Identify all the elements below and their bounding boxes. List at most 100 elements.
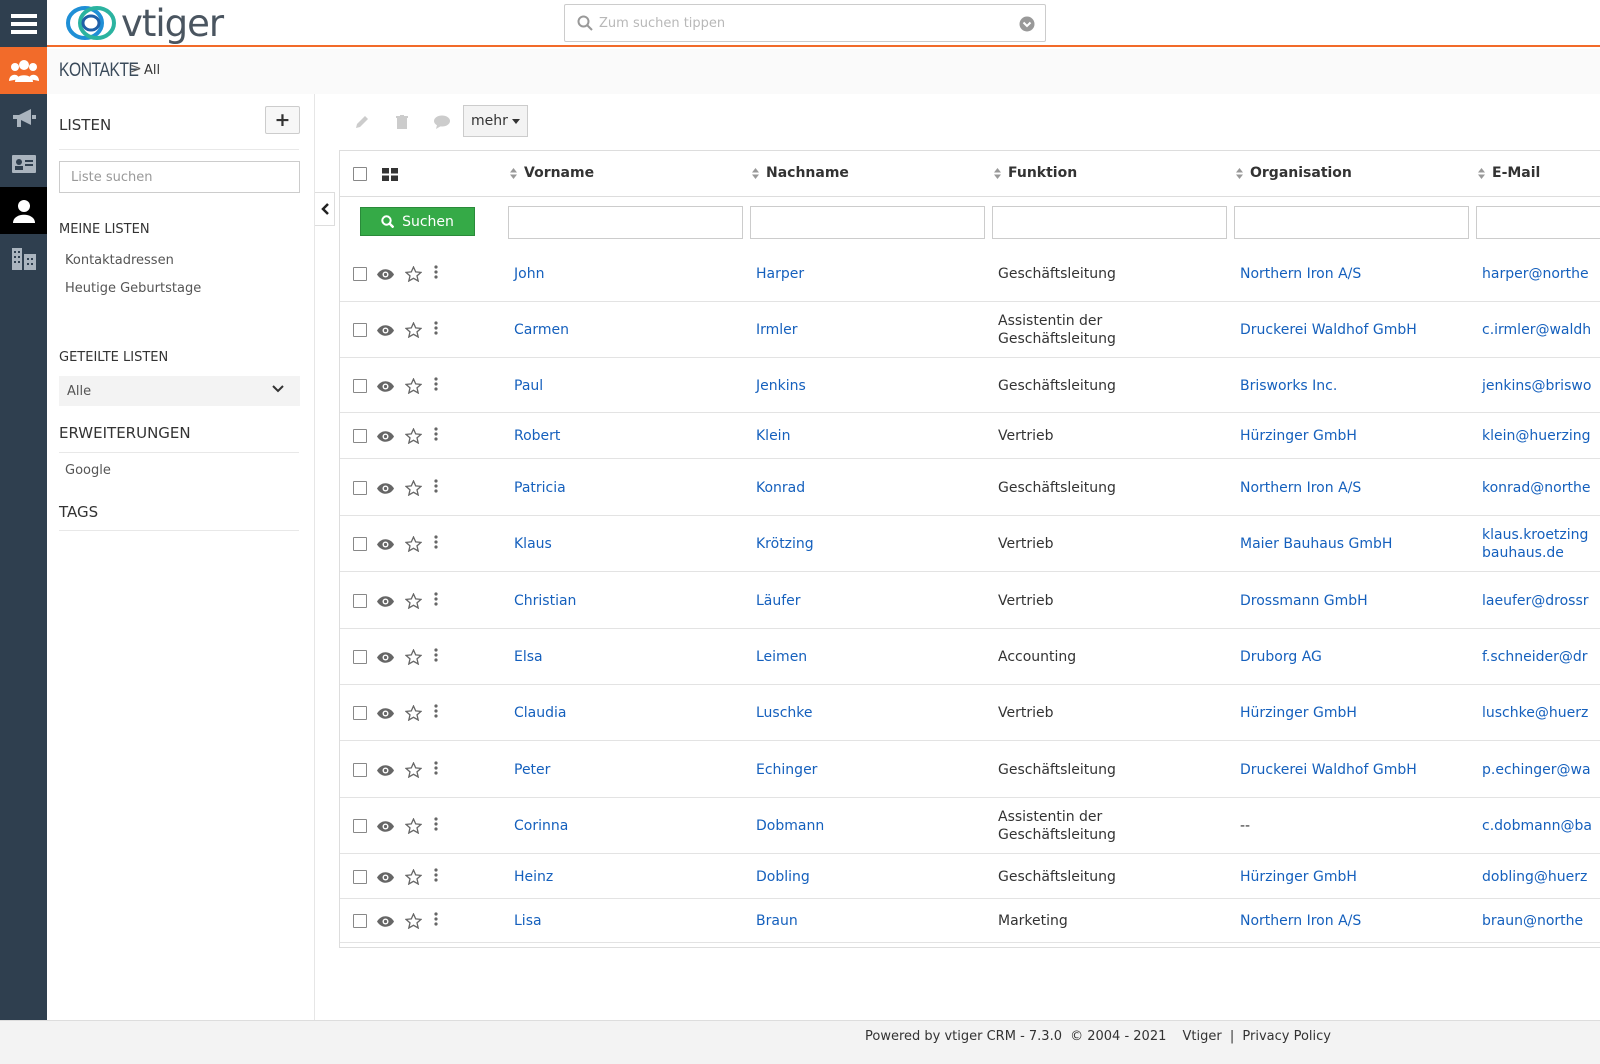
cell-email[interactable]: c.irmler@waldh bbox=[1482, 321, 1591, 339]
cell-first-name[interactable]: Klaus bbox=[514, 535, 552, 553]
rail-contacts[interactable] bbox=[0, 187, 47, 234]
cell-organization[interactable]: Druborg AG bbox=[1240, 648, 1322, 666]
sidebar-item-kontaktadressen[interactable]: Kontaktadressen bbox=[65, 253, 174, 268]
star-icon[interactable] bbox=[405, 649, 422, 665]
star-icon[interactable] bbox=[405, 705, 422, 721]
eye-icon[interactable] bbox=[377, 483, 394, 494]
column-header-organization[interactable]: Organisation bbox=[1236, 165, 1352, 181]
cell-first-name[interactable]: Patricia bbox=[514, 479, 566, 497]
cell-organization[interactable]: Hürzinger GmbH bbox=[1240, 868, 1357, 886]
cell-first-name[interactable]: Heinz bbox=[514, 868, 553, 886]
eye-icon[interactable] bbox=[377, 431, 394, 442]
rail-organizations[interactable] bbox=[0, 234, 47, 281]
cell-email[interactable]: braun@northe bbox=[1482, 912, 1583, 930]
eye-icon[interactable] bbox=[377, 765, 394, 776]
eye-icon[interactable] bbox=[377, 596, 394, 607]
add-list-button[interactable]: + bbox=[265, 106, 300, 134]
eye-icon[interactable] bbox=[377, 381, 394, 392]
cell-last-name[interactable]: Läufer bbox=[756, 592, 801, 610]
cell-email[interactable]: laeufer@drossr bbox=[1482, 592, 1589, 610]
eye-icon[interactable] bbox=[377, 539, 394, 550]
star-icon[interactable] bbox=[405, 593, 422, 609]
footer-vtiger-link[interactable]: Vtiger bbox=[1183, 1029, 1222, 1044]
cell-email[interactable]: dobling@huerz bbox=[1482, 868, 1587, 886]
table-row[interactable]: Claudia Luschke Vertrieb Hürzinger GmbH lusc… bbox=[340, 685, 1600, 741]
cell-last-name[interactable]: Jenkins bbox=[756, 377, 806, 395]
cell-last-name[interactable]: Dobling bbox=[756, 868, 810, 886]
global-search[interactable] bbox=[564, 4, 1046, 42]
row-checkbox[interactable] bbox=[353, 819, 367, 833]
grid-icon[interactable] bbox=[382, 168, 398, 181]
more-vertical-icon[interactable] bbox=[434, 761, 438, 775]
cell-first-name[interactable]: Peter bbox=[514, 761, 550, 779]
cell-first-name[interactable]: Lisa bbox=[514, 912, 542, 930]
vtiger-logo[interactable]: vtiger bbox=[65, 2, 224, 44]
more-vertical-icon[interactable] bbox=[434, 535, 438, 549]
column-header-function[interactable]: Funktion bbox=[994, 165, 1077, 181]
filter-input-email[interactable] bbox=[1476, 206, 1600, 239]
table-row[interactable]: Christian Läufer Vertrieb Drossmann GmbH lae… bbox=[340, 572, 1600, 629]
cell-email[interactable]: klaus.kroetzing bauhaus.de bbox=[1482, 526, 1588, 562]
cell-email[interactable]: jenkins@briswo bbox=[1482, 377, 1591, 395]
row-checkbox[interactable] bbox=[353, 706, 367, 720]
eye-icon[interactable] bbox=[377, 652, 394, 663]
cell-organization[interactable]: Maier Bauhaus GmbH bbox=[1240, 535, 1392, 553]
row-checkbox[interactable] bbox=[353, 763, 367, 777]
star-icon[interactable] bbox=[405, 480, 422, 496]
cell-email[interactable]: klein@huerzing bbox=[1482, 427, 1591, 445]
column-header-first-name[interactable]: Vorname bbox=[510, 165, 594, 181]
cell-email[interactable]: konrad@northe bbox=[1482, 479, 1590, 497]
column-header-email[interactable]: E-Mail bbox=[1478, 165, 1540, 181]
comment-button[interactable] bbox=[422, 106, 462, 138]
more-vertical-icon[interactable] bbox=[434, 648, 438, 662]
chevron-down-circle-icon[interactable] bbox=[1019, 16, 1035, 32]
menu-button[interactable] bbox=[0, 0, 47, 47]
filter-input-last-name[interactable] bbox=[750, 206, 985, 239]
cell-organization[interactable]: Druckerei Waldhof GmbH bbox=[1240, 321, 1417, 339]
star-icon[interactable] bbox=[405, 322, 422, 338]
cell-first-name[interactable]: Robert bbox=[514, 427, 560, 445]
rail-vcard[interactable] bbox=[0, 140, 47, 187]
more-vertical-icon[interactable] bbox=[434, 704, 438, 718]
more-vertical-icon[interactable] bbox=[434, 265, 438, 279]
cell-organization[interactable]: Drossmann GmbH bbox=[1240, 592, 1368, 610]
cell-last-name[interactable]: Leimen bbox=[756, 648, 807, 666]
star-icon[interactable] bbox=[405, 378, 422, 394]
cell-first-name[interactable]: Claudia bbox=[514, 704, 566, 722]
cell-email[interactable]: p.echinger@wa bbox=[1482, 761, 1591, 779]
more-vertical-icon[interactable] bbox=[434, 321, 438, 335]
cell-first-name[interactable]: Corinna bbox=[514, 817, 568, 835]
filter-input-organization[interactable] bbox=[1234, 206, 1469, 239]
more-vertical-icon[interactable] bbox=[434, 592, 438, 606]
row-checkbox[interactable] bbox=[353, 323, 367, 337]
more-vertical-icon[interactable] bbox=[434, 427, 438, 441]
eye-icon[interactable] bbox=[377, 708, 394, 719]
search-button[interactable]: Suchen bbox=[360, 207, 475, 236]
cell-organization[interactable]: Brisworks Inc. bbox=[1240, 377, 1337, 395]
row-checkbox[interactable] bbox=[353, 870, 367, 884]
filter-input-function[interactable] bbox=[992, 206, 1227, 239]
more-vertical-icon[interactable] bbox=[434, 817, 438, 831]
cell-last-name[interactable]: Harper bbox=[756, 265, 804, 283]
row-checkbox[interactable] bbox=[353, 594, 367, 608]
star-icon[interactable] bbox=[405, 266, 422, 282]
table-row[interactable]: Robert Klein Vertrieb Hürzinger GmbH klein@h… bbox=[340, 413, 1600, 459]
delete-button[interactable] bbox=[382, 106, 422, 138]
cell-last-name[interactable]: Krötzing bbox=[756, 535, 814, 553]
list-search-input[interactable] bbox=[59, 161, 300, 193]
cell-organization[interactable]: Hürzinger GmbH bbox=[1240, 704, 1357, 722]
cell-last-name[interactable]: Irmler bbox=[756, 321, 798, 339]
table-row[interactable]: Peter Echinger Geschäftsleitung Druckerei W… bbox=[340, 741, 1600, 798]
table-row[interactable]: John Harper Geschäftsleitung Northern Iron … bbox=[340, 245, 1600, 302]
cell-organization[interactable]: Hürzinger GmbH bbox=[1240, 427, 1357, 445]
select-all-checkbox[interactable] bbox=[353, 167, 367, 181]
star-icon[interactable] bbox=[405, 869, 422, 885]
cell-first-name[interactable]: Christian bbox=[514, 592, 576, 610]
row-checkbox[interactable] bbox=[353, 429, 367, 443]
table-row[interactable]: Patricia Konrad Geschäftsleitung Northern I… bbox=[340, 459, 1600, 516]
more-vertical-icon[interactable] bbox=[434, 377, 438, 391]
cell-email[interactable]: c.dobmann@ba bbox=[1482, 817, 1592, 835]
eye-icon[interactable] bbox=[377, 269, 394, 280]
sidebar-item-google[interactable]: Google bbox=[65, 463, 111, 478]
filter-input-first-name[interactable] bbox=[508, 206, 743, 239]
